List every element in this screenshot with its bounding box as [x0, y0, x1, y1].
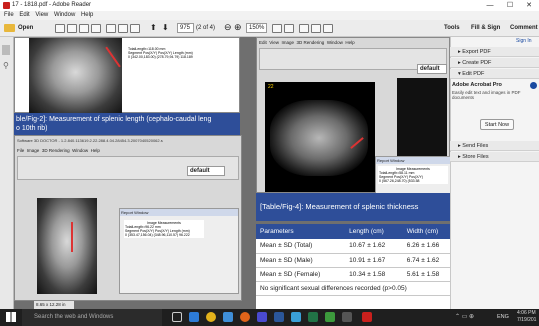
annotate-icon[interactable] — [323, 24, 333, 33]
edit-pdf-item[interactable]: ▾ Edit PDF — [450, 69, 539, 79]
email-icon[interactable] — [130, 24, 140, 33]
menu-bar: File Edit View Window Help — [0, 11, 539, 20]
create-pdf-item[interactable]: ▸ Create PDF — [450, 58, 539, 68]
fig2-screenshot: TotalLength=118.00 mm Segment Pos(X/Y) P… — [14, 37, 240, 114]
page-number-input[interactable]: 975 — [177, 23, 194, 33]
xray-image-2 — [37, 198, 97, 294]
clock-time: 4:06 PM — [517, 310, 536, 316]
next-page-icon[interactable]: ⬇ — [162, 23, 169, 32]
table-footnote-row: No significant sexual differences record… — [256, 281, 450, 296]
acrobat-taskbar-icon[interactable] — [362, 312, 372, 322]
edit-icon[interactable] — [79, 24, 89, 33]
zoom-input[interactable]: 150% — [246, 23, 267, 33]
comment-bubble-icon[interactable] — [299, 24, 309, 33]
menu-edit[interactable]: Edit — [19, 12, 29, 18]
menu-file[interactable]: File — [4, 12, 14, 18]
fill-sign-tab[interactable]: Fill & Sign — [471, 23, 500, 34]
open-button[interactable]: Open — [18, 23, 33, 34]
software-default-select-right[interactable]: default — [417, 64, 447, 74]
print-icon[interactable] — [118, 24, 128, 33]
adobe-reader-icon — [3, 2, 10, 9]
software-default-select[interactable]: default — [187, 166, 225, 176]
table-header-row: Parameters Length (cm) Width (cm) Th — [256, 224, 450, 239]
select-tool-icon[interactable] — [272, 24, 282, 33]
clock-date: 7/19/201 — [517, 317, 537, 323]
zoom-out-icon[interactable]: ⊖ — [224, 22, 232, 33]
zoom-in-icon[interactable]: ⊕ — [234, 22, 242, 33]
chrome-icon[interactable] — [206, 312, 216, 322]
measurement-line-2 — [71, 222, 73, 252]
attachment-icon[interactable]: ⚲ — [3, 61, 9, 70]
ct-slice-label: 22 — [268, 84, 274, 90]
create-pdf-icon[interactable] — [55, 24, 65, 33]
table-header: Length (cm) — [345, 224, 403, 239]
language-indicator[interactable]: ENG — [497, 314, 509, 320]
highlight-icon[interactable] — [311, 24, 321, 33]
media-icon[interactable] — [257, 312, 267, 322]
window-title: 17 - 1818.pdf - Adobe Reader — [12, 2, 92, 8]
menu-window[interactable]: Window — [54, 12, 75, 18]
store-files-item[interactable]: ▸ Store Files — [450, 152, 539, 162]
tools-tab[interactable]: Tools — [444, 23, 460, 34]
settings-icon[interactable] — [67, 24, 77, 33]
table-row: Mean ± SD (Male) 10.91 ± 1.67 6.74 ± 1.6… — [256, 253, 450, 268]
page-thumbnail-icon[interactable] — [2, 45, 10, 55]
page-size-status: 8.65 x 12.28 in — [34, 301, 74, 309]
maximize-icon[interactable]: ☐ — [503, 0, 517, 11]
table-header: Width (cm) — [402, 224, 450, 239]
task-view-icon[interactable] — [172, 312, 182, 322]
export-pdf-item[interactable]: ▸ Export PDF — [450, 47, 539, 57]
ct-image — [270, 100, 368, 176]
software-screenshot-left: Software 3D DOCTOR - 1.2.840.113619.2.22… — [14, 135, 242, 301]
report-measurements-right: Image Measurements TotalLength=58.11 mm … — [378, 166, 448, 184]
fit-page-icon[interactable] — [284, 24, 294, 33]
windows-start-icon[interactable] — [6, 312, 16, 322]
app-icon-blue[interactable] — [291, 312, 301, 322]
fig2-caption: ble/Fig-2]: Measurement of splenic lengt… — [14, 113, 240, 135]
excel-icon[interactable] — [308, 312, 318, 322]
share-icon[interactable] — [91, 24, 101, 33]
acrobat-title: Adobe Acrobat Pro — [452, 82, 502, 88]
table-header: Parameters — [256, 224, 346, 239]
page-count-label: (2 of 4) — [196, 25, 216, 31]
start-now-button[interactable]: Start Now — [480, 119, 514, 130]
software-title: Software 3D DOCTOR - 1.2.840.113619.2.22… — [17, 138, 163, 143]
folder-icon[interactable] — [4, 24, 15, 32]
ct-viewport: 22 — [265, 82, 375, 192]
software-menu-right: Edit View Image 3D Rendering Window Help — [259, 40, 355, 45]
fig4-caption: [Table/Fig-4]: Measurement of splenic th… — [256, 193, 450, 221]
report-measurements: Image Measurements TotalLength=96.22 mm … — [124, 220, 204, 238]
report-window-right: Report Window Image Measurements TotalLe… — [375, 156, 451, 194]
title-bar: 17 - 1818.pdf - Adobe Reader — ☐ ✕ — [0, 0, 539, 11]
table-row: Mean ± SD (Female) 10.34 ± 1.58 5.61 ± 1… — [256, 267, 450, 282]
search-placeholder: Search the web and Windows — [34, 314, 114, 320]
software-menu: File Image 3D Rendering Window Help — [17, 148, 100, 153]
software-screenshot-right: Edit View Image 3D Rendering Window Help… — [256, 37, 451, 194]
edge-icon[interactable] — [189, 312, 199, 322]
send-files-item[interactable]: ▸ Send Files — [450, 141, 539, 151]
word-icon[interactable] — [274, 312, 284, 322]
measurement-box: TotalLength=118.00 mm Segment Pos(X/Y) P… — [127, 46, 227, 60]
comment-tab[interactable]: Comment — [510, 23, 538, 34]
tray-icons: ⌃ ▭ ⊕ — [455, 314, 475, 320]
app-icon-green[interactable] — [325, 312, 335, 322]
menu-help[interactable]: Help — [81, 12, 93, 18]
table-row: Mean ± SD (Total) 10.67 ± 1.62 6.26 ± 1.… — [256, 239, 450, 254]
firefox-icon[interactable] — [240, 312, 250, 322]
close-icon[interactable]: ✕ — [522, 0, 536, 11]
save-icon[interactable] — [106, 24, 116, 33]
sign-in-link[interactable]: Sign In — [516, 38, 532, 44]
menu-view[interactable]: View — [35, 12, 48, 18]
measurements-table: Parameters Length (cm) Width (cm) Th Mea… — [256, 224, 450, 309]
left-navigation-pane: ⚲ — [0, 37, 14, 309]
prev-page-icon[interactable]: ⬆ — [150, 23, 157, 32]
report-window: Report Window Image Measurements TotalLe… — [119, 208, 239, 294]
store-icon[interactable] — [223, 312, 233, 322]
info-icon — [530, 82, 537, 89]
app-icon-dark[interactable] — [342, 312, 352, 322]
acrobat-description: Easily edit text and images in PDF docum… — [452, 90, 521, 100]
minimize-icon[interactable]: — — [483, 0, 497, 11]
